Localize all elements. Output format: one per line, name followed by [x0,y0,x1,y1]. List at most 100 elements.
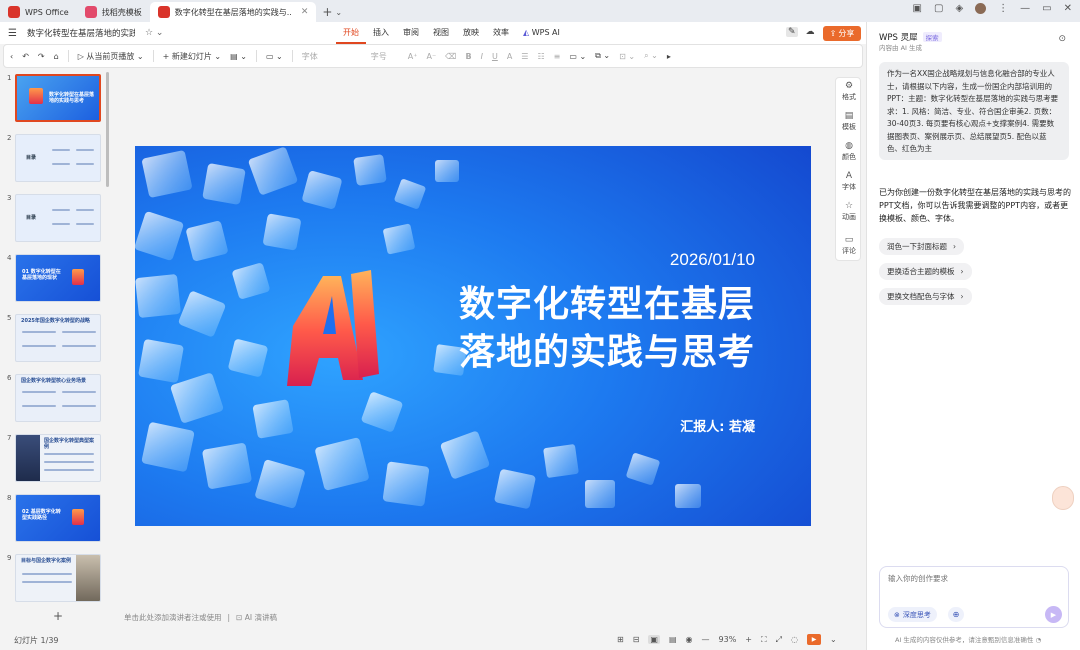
side-tool-template[interactable]: ▤ 模板 [836,111,862,132]
thumbnail-scrollbar[interactable] [106,72,109,187]
ai-input-box[interactable]: ⊗深度思考 ⊕ ▶ [879,566,1069,628]
more-icon[interactable]: ⋮ [998,3,1008,14]
section-dropdown-icon[interactable]: ▭ ⌄ [266,52,283,61]
zoom-in-icon[interactable]: + [745,635,752,644]
text-box-icon[interactable]: ▭ ⌄ [569,52,586,61]
align-icon[interactable]: ≡ [554,52,561,61]
slideshow-play-button[interactable]: ▶ [807,634,821,645]
tab-document[interactable]: 数字化转型在基层落地的实践与.. ✕ [149,2,317,22]
find-icon[interactable]: ⌕ ⌄ [644,51,658,61]
maximize-icon[interactable]: ▭ [1042,3,1051,14]
normal-view-icon[interactable]: ▣ [648,635,660,644]
menu-tab-efficiency[interactable]: 效率 [486,22,516,44]
play-dropdown-icon[interactable]: ⌄ [830,635,837,644]
numbered-list-icon[interactable]: ☷ [537,52,544,61]
slide-thumbnail[interactable]: 目标与国企数字化案例 [15,554,101,602]
side-tool-color[interactable]: ◍ 颜色 [836,141,862,162]
bold-icon[interactable]: B [465,52,471,61]
slide-reporter[interactable]: 汇报人: 若凝 [680,416,755,435]
decrease-font-icon[interactable]: A⁻ [426,52,436,61]
eye-protect-icon[interactable]: ◌ [791,635,798,644]
cloud-icon[interactable]: ☁ [806,27,815,37]
fit-window-icon[interactable]: ⛶ [761,635,767,645]
slide-date[interactable]: 2026/01/10 [670,250,755,270]
slide-title[interactable]: 数字化转型在基层 落地的实践与思考 [395,281,755,377]
slide-thumbnail[interactable]: 目录 [15,194,101,242]
shape-icon[interactable]: ⧉ ⌄ [595,51,610,61]
web-search-toggle[interactable]: ⊕ [948,607,964,622]
suggestion-chip[interactable]: 润色一下封面标题 › [879,238,964,255]
thumbnail-row[interactable]: 9 目标与国企数字化案例 [0,554,112,602]
menu-tab-insert[interactable]: 插入 [366,22,396,44]
deep-think-toggle[interactable]: ⊗ 深度思考 [888,607,937,622]
side-tool-format[interactable]: ⚙ 格式 [836,81,862,102]
thumbnail-row[interactable]: 3 目录 [0,194,112,242]
slide-thumbnail[interactable]: 01 数字化转型在基层落地的现状 [15,254,101,302]
thumbnail-row[interactable]: 1 数字化转型在基层落地的实践与思考 [0,74,112,122]
ai-assistant-icon[interactable]: ✎ [786,27,798,37]
side-tool-animation[interactable]: ☆ 动画 [836,201,862,222]
ai-settings-icon[interactable]: ⊙ [1058,34,1066,44]
font-color-icon[interactable]: A [507,52,512,61]
send-button[interactable]: ▶ [1045,606,1062,623]
browser-icon[interactable]: ◉ [686,635,693,644]
zoom-out-icon[interactable]: — [702,635,710,644]
slide-thumbnail[interactable]: 目录 [15,134,101,182]
arrange-icon[interactable]: ⊡ ⌄ [619,52,635,61]
add-slide-button[interactable]: + [53,609,63,623]
slide-thumbnail[interactable]: 2025年国企数字化转型的战略 [15,314,101,362]
menu-tab-wps-ai[interactable]: ◭ WPS AI [516,22,567,44]
cube-icon[interactable]: ◈ [955,3,963,14]
slide-thumbnail[interactable]: 国企数字化转型核心业务场景 [15,374,101,422]
thumbnail-row[interactable]: 5 2025年国企数字化转型的战略 [0,314,112,362]
assistant-avatar[interactable] [1052,486,1074,510]
suggestion-chip[interactable]: 更换文档配色与字体 › [879,288,972,305]
user-avatar[interactable] [975,3,987,14]
italic-icon[interactable]: I [481,52,483,61]
undo-icon[interactable]: ↶ [22,52,29,61]
side-tool-font[interactable]: A 字体 [836,171,862,192]
new-tab-button[interactable]: + ⌄ [316,2,348,22]
zoom-level[interactable]: 93% [719,635,737,644]
thumbnail-row[interactable]: 4 01 数字化转型在基层落地的现状 [0,254,112,302]
back-icon[interactable]: ‹ [10,52,13,61]
ai-prompt-input[interactable] [888,574,1058,583]
thumbnail-row[interactable]: 2 目录 [0,134,112,182]
reading-view-icon[interactable]: ▤ [669,635,677,644]
speaker-notes-area[interactable]: 单击此处添加演讲者注或使用 | ⊡ AI 演讲稿 [124,612,277,623]
underline-icon[interactable]: U [492,52,498,61]
home-icon[interactable]: ⌂ [54,52,59,61]
skin-icon[interactable]: ▣ [913,3,922,14]
share-button[interactable]: ⇪ 分享 [823,26,861,41]
layout-icon[interactable]: ▢ [934,3,943,14]
grid-view-icon[interactable]: ⊞ [617,635,624,644]
layout-dropdown-icon[interactable]: ▤ ⌄ [230,52,247,61]
menu-tab-view[interactable]: 视图 [426,22,456,44]
hamburger-menu-icon[interactable]: ☰ [8,28,17,39]
slide-thumbnail[interactable]: 国企数字化转型典型案例 [15,434,101,482]
side-tool-comment[interactable]: ▭ 评论 [836,235,862,256]
menu-tab-review[interactable]: 审阅 [396,22,426,44]
fullscreen-icon[interactable]: ⤢ [776,635,782,645]
increase-font-icon[interactable]: A⁺ [408,52,418,61]
play-from-current-button[interactable]: ▷ 从当前页播放 ⌄ [78,51,144,62]
ai-speech-button[interactable]: ⊡ AI 演讲稿 [236,612,277,623]
toolbar-more-icon[interactable]: ▸ [667,52,671,61]
new-slide-button[interactable]: + 新建幻灯片 ⌄ [163,51,222,62]
sorter-view-icon[interactable]: ⊟ [633,635,640,644]
document-name[interactable]: 数字化转型在基层落地的实践... [27,27,135,39]
slide-thumbnail[interactable]: 02 基层数字化转型实践路径 [15,494,101,542]
bullet-list-icon[interactable]: ☰ [521,52,528,61]
suggestion-chip[interactable]: 更换适合主题的模板 › [879,263,972,280]
minimize-icon[interactable]: — [1020,3,1030,14]
thumbnail-row[interactable]: 7 国企数字化转型典型案例 [0,434,112,482]
tab-templates[interactable]: 找稻壳模板 [77,2,150,22]
close-window-icon[interactable]: ✕ [1064,3,1072,14]
main-slide[interactable]: 2026/01/10 数字化转型在基层 落地的实践与思考 汇报人: 若凝 [135,146,811,526]
font-family-select[interactable]: 字体 [302,51,362,62]
clear-format-icon[interactable]: ⌫ [445,52,456,61]
menu-tab-slideshow[interactable]: 放映 [456,22,486,44]
menu-tab-home[interactable]: 开始 [336,22,366,44]
thumbnail-row[interactable]: 6 国企数字化转型核心业务场景 [0,374,112,422]
close-tab-icon[interactable]: ✕ [301,7,309,17]
